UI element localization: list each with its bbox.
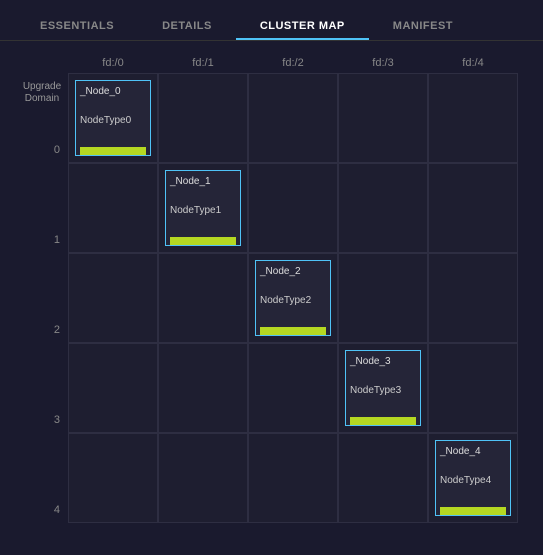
ud-label-1: 1: [16, 195, 68, 285]
fd-headers: fd:/0fd:/1fd:/2fd:/3fd:/4: [68, 55, 527, 73]
grid-cell-ud4-fd2: [248, 433, 338, 523]
cluster-grid: UpgradeDomain 01234 fd:/0fd:/1fd:/2fd:/3…: [16, 55, 527, 555]
grid-cell-ud0-fd4: [428, 73, 518, 163]
grid-cell-ud1-fd2: [248, 163, 338, 253]
node-name: _Node_4: [440, 445, 506, 458]
grid-cell-ud1-fd4: [428, 163, 518, 253]
node-type: NodeType0: [80, 114, 146, 127]
ud-label-2: 2: [16, 285, 68, 375]
node-type: NodeType1: [170, 204, 236, 217]
grid-row-3: _Node_3 NodeType3: [68, 343, 527, 433]
grid-cell-ud2-fd0: [68, 253, 158, 343]
grid-cell-ud2-fd4: [428, 253, 518, 343]
node-name: _Node_0: [80, 85, 146, 98]
nav-item-details[interactable]: DETAILS: [138, 14, 236, 40]
grid-cell-ud2-fd1: [158, 253, 248, 343]
node-bar: [80, 147, 146, 155]
node-card-_Node_3[interactable]: _Node_3 NodeType3: [345, 350, 421, 426]
grid-cell-ud3-fd2: [248, 343, 338, 433]
grid-cell-ud4-fd4: _Node_4 NodeType4: [428, 433, 518, 523]
node-bar: [350, 417, 416, 425]
ud-label-0: 0: [16, 105, 68, 195]
grid-row-4: _Node_4 NodeType4: [68, 433, 527, 523]
grid-row-1: _Node_1 NodeType1: [68, 163, 527, 253]
node-type: NodeType3: [350, 384, 416, 397]
navigation: ESSENTIALSDETAILSCLUSTER MAPMANIFEST: [0, 14, 543, 41]
grid-cell-ud1-fd1: _Node_1 NodeType1: [158, 163, 248, 253]
grid-cell-ud0-fd1: [158, 73, 248, 163]
fd-header-fd:-1: fd:/1: [158, 55, 248, 73]
grid-cell-ud0-fd0: _Node_0 NodeType0: [68, 73, 158, 163]
node-bar: [440, 507, 506, 515]
page-header: [0, 0, 543, 14]
node-bar: [260, 327, 326, 335]
node-card-_Node_0[interactable]: _Node_0 NodeType0: [75, 80, 151, 156]
node-type: NodeType4: [440, 474, 506, 487]
grid-cell-ud3-fd3: _Node_3 NodeType3: [338, 343, 428, 433]
ud-label-4: 4: [16, 465, 68, 555]
grid-row-0: _Node_0 NodeType0: [68, 73, 527, 163]
fd-header-fd:-3: fd:/3: [338, 55, 428, 73]
grid-cell-ud3-fd4: [428, 343, 518, 433]
fd-header-fd:-4: fd:/4: [428, 55, 518, 73]
grid-cell-ud0-fd3: [338, 73, 428, 163]
nav-item-essentials[interactable]: ESSENTIALS: [16, 14, 138, 40]
node-card-_Node_4[interactable]: _Node_4 NodeType4: [435, 440, 511, 516]
grid-cell-ud1-fd0: [68, 163, 158, 253]
node-name: _Node_1: [170, 175, 236, 188]
ud-label-3: 3: [16, 375, 68, 465]
fd-header-fd:-2: fd:/2: [248, 55, 338, 73]
fd-header-fd:-0: fd:/0: [68, 55, 158, 73]
nav-item-manifest[interactable]: MANIFEST: [369, 14, 477, 40]
node-card-_Node_1[interactable]: _Node_1 NodeType1: [165, 170, 241, 246]
node-name: _Node_3: [350, 355, 416, 368]
grid-cell-ud3-fd0: [68, 343, 158, 433]
grid-cell-ud2-fd3: [338, 253, 428, 343]
grid-cell-ud2-fd2: _Node_2 NodeType2: [248, 253, 338, 343]
upgrade-domain-header: UpgradeDomain: [16, 81, 68, 105]
grid-cell-ud4-fd1: [158, 433, 248, 523]
grid-rows: _Node_0 NodeType0 _Node_1 NodeType1 _Node_2 N…: [68, 73, 527, 523]
nav-item-cluster-map[interactable]: CLUSTER MAP: [236, 14, 369, 40]
grid-cell-ud3-fd1: [158, 343, 248, 433]
node-card-_Node_2[interactable]: _Node_2 NodeType2: [255, 260, 331, 336]
grid-row-2: _Node_2 NodeType2: [68, 253, 527, 343]
node-bar: [170, 237, 236, 245]
main-content: UpgradeDomain 01234 fd:/0fd:/1fd:/2fd:/3…: [0, 45, 543, 555]
grid-cell-ud4-fd0: [68, 433, 158, 523]
grid-main: fd:/0fd:/1fd:/2fd:/3fd:/4 _Node_0 NodeTyp…: [68, 55, 527, 555]
node-type: NodeType2: [260, 294, 326, 307]
node-name: _Node_2: [260, 265, 326, 278]
upgrade-domain-column: UpgradeDomain 01234: [16, 55, 68, 555]
grid-cell-ud4-fd3: [338, 433, 428, 523]
grid-cell-ud0-fd2: [248, 73, 338, 163]
grid-cell-ud1-fd3: [338, 163, 428, 253]
